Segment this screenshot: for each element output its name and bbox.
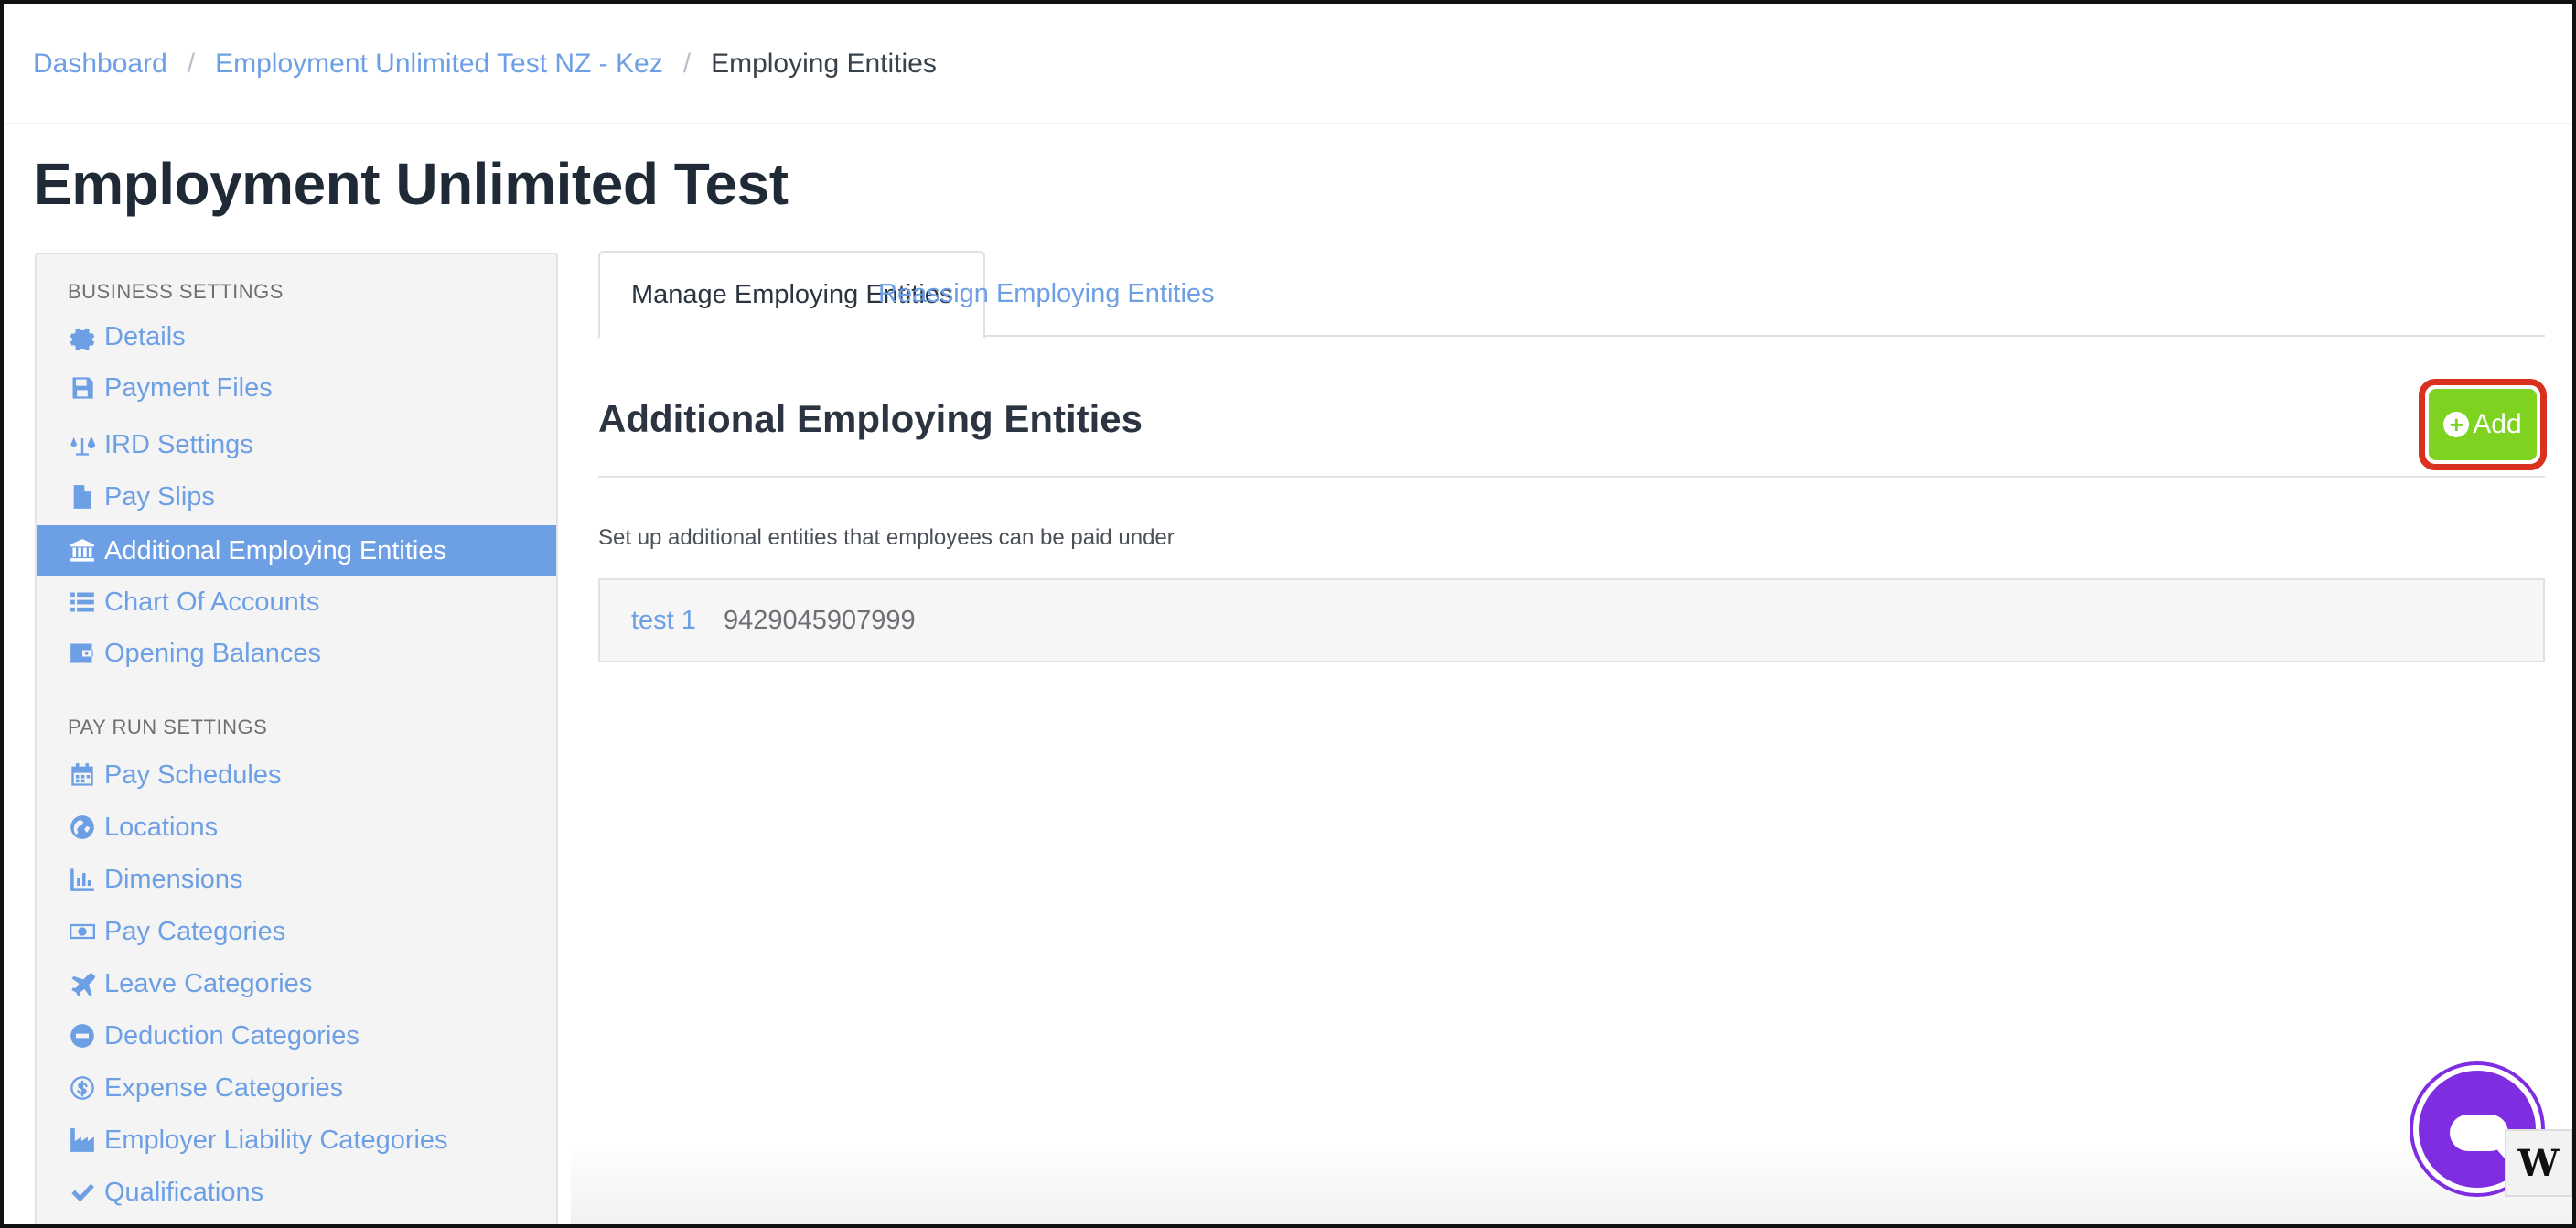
list-icon	[68, 587, 97, 617]
sidebar-item-dimensions[interactable]: Dimensions	[37, 854, 556, 905]
tab-bar: Manage Employing Entities Reassign Emplo…	[598, 251, 2545, 339]
globe-icon	[68, 813, 97, 842]
sidebar-item-label: Additional Employing Entities	[104, 535, 446, 566]
dollar-circle-icon	[68, 1073, 97, 1103]
list-item: test 1 9429045907999	[598, 578, 2545, 662]
scales-icon	[68, 430, 97, 459]
add-button-highlight: + Add	[2419, 379, 2547, 470]
section-divider	[598, 476, 2545, 478]
sidebar-item-label: Payment Files	[104, 372, 273, 403]
sidebar-item-locations[interactable]: Locations	[37, 802, 556, 853]
w-logo-badge: W	[2505, 1129, 2572, 1197]
calendar-icon	[68, 760, 97, 790]
plus-circle-icon: +	[2443, 412, 2470, 437]
bottom-fade	[571, 1142, 2572, 1224]
entity-number: 9429045907999	[723, 605, 916, 635]
add-button-label: Add	[2473, 409, 2522, 439]
sidebar-item-label: Opening Balances	[104, 638, 321, 668]
entity-name-link[interactable]: test 1	[631, 606, 696, 636]
gear-icon	[68, 322, 97, 351]
floppy-disk-icon	[68, 373, 97, 403]
settings-sidebar: BUSINESS SETTINGS Details Payment Files …	[35, 253, 558, 1224]
add-button[interactable]: + Add	[2429, 389, 2537, 460]
sidebar-item-label: Pay Slips	[104, 481, 215, 512]
wallet-icon	[68, 639, 97, 668]
breadcrumb-separator: /	[187, 48, 196, 79]
sidebar-item-chart-of-accounts[interactable]: Chart Of Accounts	[37, 576, 556, 628]
sidebar-item-pay-slips[interactable]: Pay Slips	[37, 471, 556, 522]
file-icon	[68, 482, 97, 512]
money-icon	[68, 917, 97, 946]
check-icon	[68, 1178, 97, 1207]
breadcrumb-separator: /	[682, 48, 692, 79]
app-window: Dashboard / Employment Unlimited Test NZ…	[0, 0, 2576, 1228]
sidebar-item-label: Qualifications	[104, 1177, 264, 1207]
page-title: Employment Unlimited Test	[33, 151, 789, 217]
sidebar-item-qualifications[interactable]: Qualifications	[37, 1167, 556, 1218]
bank-icon	[68, 536, 97, 566]
sidebar-item-label: Dimensions	[104, 864, 243, 894]
sidebar-item-label: Details	[104, 321, 186, 351]
industry-icon	[68, 1126, 97, 1155]
chat-bubble-tail	[2492, 1144, 2505, 1158]
tab-reassign-employing-entities[interactable]: Reassign Employing Entities	[847, 251, 1246, 337]
sidebar-item-payment-files[interactable]: Payment Files	[37, 362, 556, 414]
sidebar-item-label: Deduction Categories	[104, 1020, 360, 1050]
breadcrumb-dashboard-link[interactable]: Dashboard	[33, 48, 167, 80]
sidebar-item-label: Locations	[104, 812, 219, 842]
breadcrumb-current: Employing Entities	[711, 48, 937, 79]
section-description: Set up additional entities that employee…	[598, 525, 1175, 550]
sidebar-item-ird-settings[interactable]: IRD Settings	[37, 419, 556, 470]
breadcrumb-company-link[interactable]: Employment Unlimited Test NZ - Kez	[215, 48, 663, 80]
sidebar-item-deduction-categories[interactable]: Deduction Categories	[37, 1010, 556, 1061]
sidebar-item-label: Pay Categories	[104, 916, 286, 946]
sidebar-heading-pay-run: PAY RUN SETTINGS	[68, 716, 268, 738]
sidebar-item-opening-balances[interactable]: Opening Balances	[37, 628, 556, 679]
bar-chart-icon	[68, 865, 97, 894]
sidebar-item-expense-categories[interactable]: Expense Categories	[37, 1062, 556, 1114]
header-divider	[4, 123, 2572, 124]
sidebar-item-label: Leave Categories	[104, 968, 313, 998]
sidebar-item-label: Expense Categories	[104, 1072, 344, 1103]
minus-circle-icon	[68, 1021, 97, 1050]
sidebar-item-additional-employing-entities[interactable]: Additional Employing Entities	[37, 525, 556, 576]
sidebar-item-label: IRD Settings	[104, 429, 253, 459]
sidebar-item-label: Chart Of Accounts	[104, 587, 320, 617]
sidebar-item-label: Pay Schedules	[104, 759, 282, 790]
sidebar-item-employer-liability-categories[interactable]: Employer Liability Categories	[37, 1115, 556, 1166]
breadcrumb: Dashboard / Employment Unlimited Test NZ…	[33, 44, 937, 84]
sidebar-heading-business: BUSINESS SETTINGS	[68, 280, 284, 303]
sidebar-item-details[interactable]: Details	[37, 311, 556, 362]
plane-icon	[68, 969, 97, 998]
section-title: Additional Employing Entities	[598, 397, 1143, 440]
sidebar-item-pay-schedules[interactable]: Pay Schedules	[37, 749, 556, 801]
sidebar-item-leave-categories[interactable]: Leave Categories	[37, 958, 556, 1009]
sidebar-item-pay-categories[interactable]: Pay Categories	[37, 906, 556, 957]
sidebar-item-label: Employer Liability Categories	[104, 1125, 448, 1155]
